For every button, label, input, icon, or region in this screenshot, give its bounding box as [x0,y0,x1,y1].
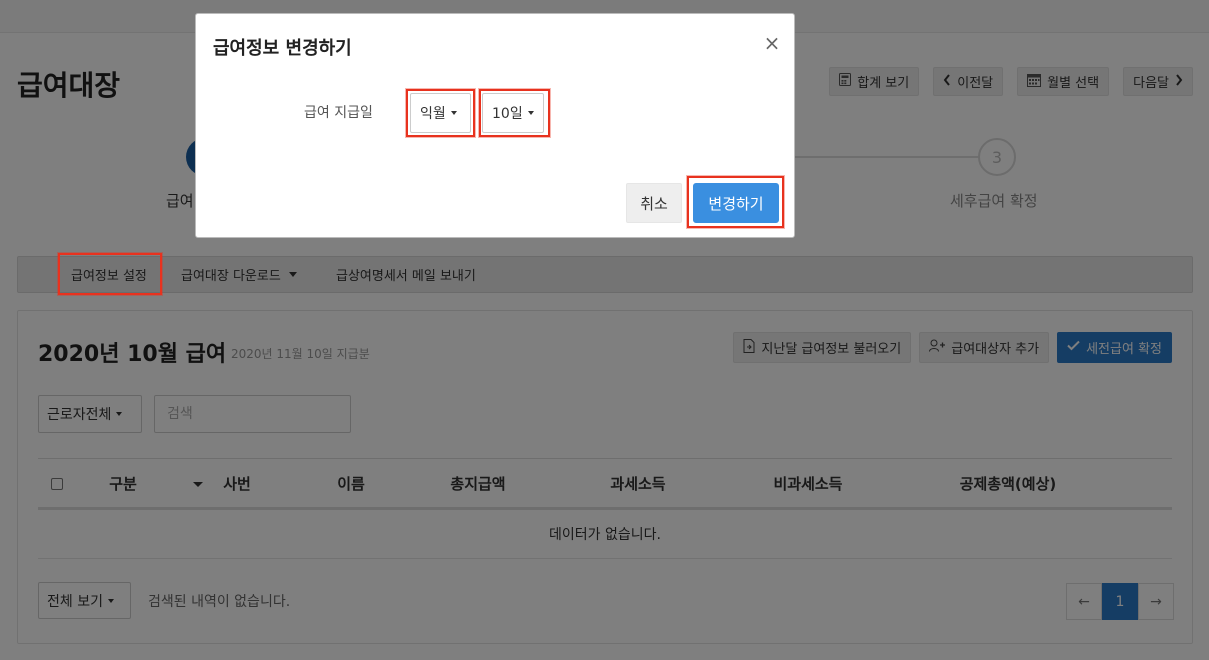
cancel-button[interactable]: 취소 [626,183,682,223]
caret-down-icon [450,111,457,115]
close-icon[interactable]: × [762,33,782,53]
pay-day-select[interactable]: 10일 [482,93,544,133]
confirm-change-button[interactable]: 변경하기 [693,183,779,223]
pay-day-label: 급여 지급일 [304,105,373,121]
pay-day-value: 10일 [492,106,523,122]
pay-month-select[interactable]: 익월 [410,93,471,133]
caret-down-icon [527,111,534,115]
pay-month-value: 익월 [420,106,446,122]
modal-title: 급여정보 변경하기 [213,38,352,59]
change-payroll-info-modal: 급여정보 변경하기 × 급여 지급일 익월 10일 취소 변경하기 [195,13,795,238]
